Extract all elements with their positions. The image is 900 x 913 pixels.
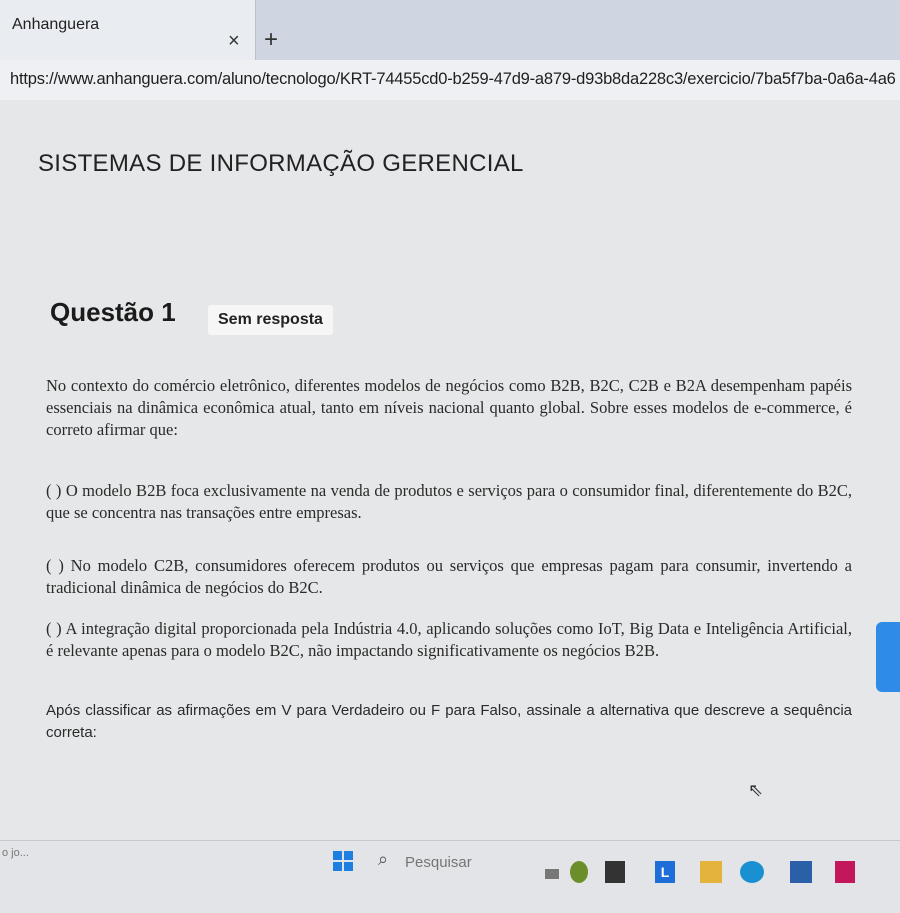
assertion-3: ( ) A integração digital proporcionada p… — [46, 619, 852, 660]
question-statement: No contexto do comércio eletrônico, dife… — [46, 376, 852, 439]
weather-icon[interactable] — [570, 861, 588, 883]
mouse-cursor-icon: ⇖ — [748, 780, 764, 800]
new-tab-icon[interactable]: + — [264, 28, 278, 52]
file-explorer-icon[interactable] — [700, 861, 722, 883]
browser-tab-bar: Anhanguera × + — [0, 0, 900, 60]
tab-title: Anhanguera — [12, 16, 100, 33]
taskbar-search-input[interactable] — [403, 853, 527, 872]
question-instruction: Após classificar as afirmações em V para… — [46, 702, 852, 741]
browser-tab[interactable]: Anhanguera × — [0, 0, 256, 60]
taskbar-left-text: o jo... — [2, 847, 29, 859]
course-title: SISTEMAS DE INFORMAÇÃO GERENCIAL — [38, 150, 524, 177]
page-content: SISTEMAS DE INFORMAÇÃO GERENCIAL Questão… — [0, 100, 900, 840]
edge-browser-icon[interactable] — [740, 861, 764, 883]
app-icon-l[interactable]: L — [655, 861, 675, 883]
side-panel-button[interactable] — [876, 622, 900, 692]
question-title: Questão 1 — [50, 297, 176, 327]
url-text[interactable]: https://www.anhanguera.com/aluno/tecnolo… — [10, 70, 896, 89]
tray-app-icon[interactable] — [545, 869, 559, 879]
app-icon-pink[interactable] — [835, 861, 855, 883]
search-icon[interactable]: ⌕ — [378, 849, 388, 870]
windows-start-icon[interactable] — [333, 851, 353, 871]
status-badge: Sem resposta — [208, 305, 333, 335]
assertion-2: ( ) No modelo C2B, consumidores oferecem… — [46, 556, 852, 597]
address-bar[interactable]: https://www.anhanguera.com/aluno/tecnolo… — [0, 60, 900, 101]
app-icon-dark[interactable] — [605, 861, 625, 883]
store-icon[interactable] — [790, 861, 812, 883]
assertion-1: ( ) O modelo B2B foca exclusivamente na … — [46, 481, 852, 522]
close-tab-icon[interactable]: × — [228, 30, 240, 53]
taskbar: o jo... ⌕ L — [0, 840, 900, 913]
